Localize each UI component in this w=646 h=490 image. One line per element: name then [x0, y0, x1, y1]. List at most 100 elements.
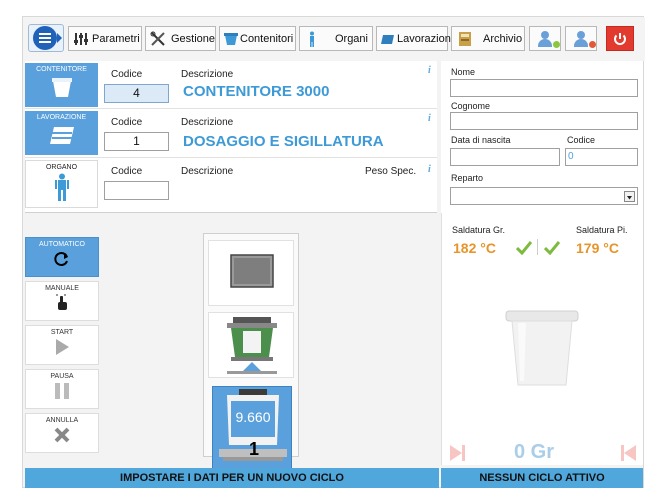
pausa-button[interactable]: PAUSA — [25, 369, 99, 409]
sliders-icon — [73, 31, 89, 47]
data-nascita-label: Data di nascita — [451, 135, 511, 145]
dosing-step — [208, 312, 294, 378]
organo-codice-field[interactable] — [104, 181, 169, 200]
power-button[interactable] — [606, 26, 634, 51]
data-nascita-field[interactable] — [450, 148, 560, 166]
processing-icon — [380, 31, 396, 47]
sealer-step — [208, 240, 294, 306]
pause-icon — [55, 383, 69, 399]
parametri-button[interactable]: Parametri — [68, 26, 142, 51]
gestione-button[interactable]: Gestione — [145, 26, 216, 51]
lavorazione-tile-label: LAVORAZIONE — [36, 114, 87, 121]
contenitore-codice-label: Codice — [111, 69, 143, 80]
saldatura-gr-value: 182 °C — [453, 240, 496, 256]
automatico-button[interactable]: AUTOMATICO — [25, 237, 99, 277]
lavorazione-codice-field[interactable]: 1 — [104, 132, 169, 151]
organi-label: Organi — [334, 32, 368, 45]
play-icon — [56, 339, 69, 355]
lavorazione-descrizione-value: DOSAGGIO E SIGILLATURA — [183, 133, 384, 150]
scale-step: 9.660 1 — [212, 386, 292, 470]
saldatura-gr-label: Saldatura Gr. — [452, 225, 506, 235]
contenitori-button[interactable]: Contenitori — [219, 26, 296, 51]
container-icon — [223, 31, 239, 47]
organo-tile[interactable]: ORGANO — [25, 160, 98, 208]
check-icon — [516, 241, 532, 255]
main-menu-button[interactable] — [28, 24, 64, 52]
reparto-label: Reparto — [451, 173, 484, 183]
process-panel: 9.660 1 — [203, 233, 299, 470]
user-remove-icon — [572, 30, 596, 48]
lavorazioni-button[interactable]: Lavorazioni — [376, 26, 453, 51]
lavorazione-tile[interactable]: LAVORAZIONE — [25, 111, 98, 155]
container-icon — [51, 78, 72, 97]
manuale-button[interactable]: MANUALE — [25, 281, 99, 321]
parametri-label: Parametri — [92, 32, 140, 45]
app-window: Parametri Gestione Contenitori Organi La — [22, 16, 645, 488]
start-label: START — [50, 329, 74, 336]
hand-pointer-icon — [56, 294, 67, 310]
lavorazioni-label: Lavorazioni — [397, 32, 454, 45]
reparto-select[interactable] — [450, 187, 638, 205]
human-body-icon — [304, 31, 320, 47]
status-bar-right: NESSUN CICLO ATTIVO — [441, 468, 643, 488]
user-remove-button[interactable] — [565, 26, 597, 51]
cancel-icon — [54, 427, 70, 443]
hamburger-icon — [33, 26, 57, 50]
weight-display: 0 Gr — [514, 441, 555, 463]
paziente-codice-field[interactable]: 0 — [565, 148, 638, 166]
annulla-button[interactable]: ANNULLA — [25, 413, 99, 453]
organo-tile-label: ORGANO — [45, 164, 78, 171]
contenitore-descrizione-value: CONTENITORE 3000 — [183, 83, 330, 100]
organi-button[interactable]: Organi — [299, 26, 373, 51]
chevron-down-icon — [624, 191, 635, 202]
cognome-field[interactable] — [450, 112, 638, 130]
organo-codice-label: Codice — [111, 166, 143, 177]
archivio-button[interactable]: Archivio — [451, 26, 525, 51]
organo-descrizione-label: Descrizione — [181, 166, 234, 177]
contenitori-label: Contenitori — [240, 32, 294, 45]
paziente-codice-label: Codice — [567, 135, 596, 145]
contenitore-tile-label: CONTENITORE — [36, 66, 87, 73]
dosing-container-icon — [227, 317, 277, 374]
user-add-icon — [536, 30, 560, 48]
patient-form: Nome Cognome Data di nascita Codice 0 Re… — [441, 61, 643, 213]
tools-icon — [150, 31, 166, 47]
contenitore-row: CONTENITORE Codice 4 Descrizione CONTENI… — [25, 61, 437, 109]
check-icon — [544, 241, 560, 255]
saldatura-pi-value: 179 °C — [576, 240, 619, 256]
lavorazione-info-icon[interactable]: i — [428, 113, 431, 124]
start-button[interactable]: START — [25, 325, 99, 365]
contenitore-tile[interactable]: CONTENITORE — [25, 63, 98, 107]
organo-row: ORGANO Codice Descrizione Peso Spec. i — [25, 158, 437, 213]
human-body-icon — [54, 173, 69, 201]
refresh-icon — [54, 252, 68, 266]
automatico-label: AUTOMATICO — [38, 241, 86, 248]
processing-icon — [49, 127, 74, 144]
power-icon — [614, 32, 626, 45]
scale-number: 1 — [248, 439, 259, 459]
saldatura-panel: Saldatura Gr. Saldatura Pi. 182 °C 179 °… — [441, 213, 643, 465]
nome-label: Nome — [451, 67, 476, 77]
nome-field[interactable] — [450, 79, 638, 97]
manuale-label: MANUALE — [45, 285, 79, 292]
empty-container-image — [505, 310, 579, 386]
saldatura-pi-label: Saldatura Pi. — [576, 225, 628, 235]
cognome-label: Cognome — [451, 101, 491, 111]
user-add-button[interactable] — [529, 26, 561, 51]
archivio-label: Archivio — [483, 32, 523, 45]
archive-icon — [457, 31, 473, 47]
toolbar: Parametri Gestione Contenitori Organi La — [23, 17, 645, 61]
status-bar-left: IMPOSTARE I DATI PER UN NUOVO CICLO — [25, 468, 439, 488]
step-next-icon[interactable] — [448, 443, 468, 463]
organo-peso-label: Peso Spec. — [365, 166, 417, 177]
step-back-icon[interactable] — [618, 443, 638, 463]
contenitore-codice-field[interactable]: 4 — [104, 84, 169, 103]
contenitore-info-icon[interactable]: i — [428, 65, 431, 76]
pausa-label: PAUSA — [50, 373, 74, 380]
annulla-label: ANNULLA — [45, 417, 79, 424]
monitor-icon — [230, 254, 274, 288]
organo-info-icon[interactable]: i — [428, 164, 431, 175]
contenitore-descrizione-label: Descrizione — [181, 69, 234, 80]
scale-weight-display: 9.660 — [235, 409, 271, 425]
lavorazione-row: LAVORAZIONE Codice 1 Descrizione DOSAGGI… — [25, 109, 437, 158]
